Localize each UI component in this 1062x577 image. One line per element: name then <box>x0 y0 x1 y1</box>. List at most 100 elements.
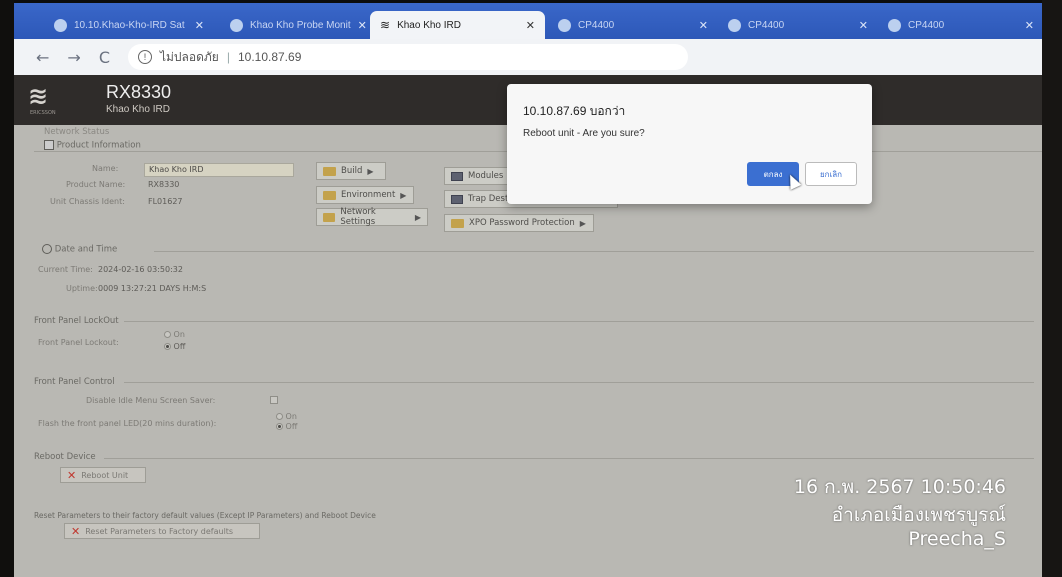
table-icon <box>451 171 463 181</box>
browser-tab-2[interactable]: Khao Kho Probe Monit ✕ <box>220 11 370 39</box>
modules-menu-button[interactable]: Modules <box>444 167 512 185</box>
site-favicon-icon <box>230 18 243 32</box>
folder-icon <box>323 190 336 200</box>
device-site-name: Khao Kho IRD <box>106 104 170 115</box>
divider <box>124 382 1034 383</box>
dialog-title: 10.10.87.69 บอกว่า <box>523 104 626 118</box>
screen-saver-checkbox[interactable] <box>270 396 278 406</box>
tab-label: Khao Kho IRD <box>397 19 461 31</box>
red-x-icon: ✕ <box>67 468 77 482</box>
build-menu-button[interactable]: Build ▶ <box>316 162 386 180</box>
ericsson-logo-icon: ≋ <box>28 82 48 110</box>
name-field[interactable]: Khao Kho IRD <box>144 163 294 177</box>
chassis-label: Unit Chassis Ident: <box>50 197 125 206</box>
environment-menu-button[interactable]: Environment ▶ <box>316 186 414 204</box>
current-time-label: Current Time: <box>38 265 93 274</box>
flash-on-radio[interactable]: On <box>276 412 297 421</box>
reboot-unit-button[interactable]: ✕ Reboot Unit <box>60 467 146 483</box>
browser-tab-4[interactable]: CP4400 ✕ <box>548 11 718 39</box>
factory-reset-button[interactable]: ✕ Reset Parameters to Factory defaults <box>64 523 260 539</box>
screen-saver-label: Disable Idle Menu Screen Saver: <box>86 396 216 405</box>
network-settings-menu-button[interactable]: Network Settings ▶ <box>316 207 428 227</box>
panel-control-title: Front Panel Control <box>34 377 115 387</box>
close-tab-icon[interactable]: ✕ <box>1025 19 1034 32</box>
close-tab-icon[interactable]: ✕ <box>526 19 535 32</box>
tab-label: 10.10.Khao-Kho-IRD Sat <box>74 19 185 31</box>
folder-icon <box>323 166 336 176</box>
reboot-title: Reboot Device <box>34 452 96 462</box>
info-warning-icon[interactable]: ! <box>137 50 152 64</box>
red-x-icon: ✕ <box>71 524 81 538</box>
close-tab-icon[interactable]: ✕ <box>358 19 367 32</box>
tab-label: CP4400 <box>578 19 615 31</box>
browser-tab-5[interactable]: CP4400 ✕ <box>718 11 878 39</box>
info-box-icon <box>44 140 54 150</box>
browser-tab-active[interactable]: ≋ Khao Kho IRD ✕ <box>370 11 545 39</box>
flash-led-label: Flash the front panel LED(20 mins durati… <box>38 419 217 428</box>
lockout-label: Front Panel Lockout: <box>38 338 119 347</box>
security-label[interactable]: ไม่ปลอดภัย <box>160 48 219 67</box>
current-time-value: 2024-02-16 03:50:32 <box>98 265 183 274</box>
nav-label: Network Status <box>44 127 110 137</box>
tab-label: Khao Kho Probe Monit <box>250 19 351 31</box>
confirm-dialog: 10.10.87.69 บอกว่า Reboot unit - Are you… <box>507 84 872 204</box>
uptime-label: Uptime: <box>66 284 98 293</box>
browser-tab-1[interactable]: 10.10.Khao-Kho-IRD Sat ✕ <box>44 11 214 39</box>
dialog-message: Reboot unit - Are you sure? <box>523 128 645 139</box>
product-info-title: Product Information <box>44 140 141 151</box>
table-icon <box>451 194 463 204</box>
cancel-button[interactable]: ยกเลิก <box>805 162 857 186</box>
forward-arrow-icon[interactable]: → <box>67 48 80 67</box>
site-favicon-icon <box>558 18 571 32</box>
radio-button-selected-icon[interactable] <box>164 343 171 350</box>
device-model: RX8330 <box>106 82 172 102</box>
photo-frame: 10.10.Khao-Kho-IRD Sat ✕ Khao Kho Probe … <box>0 0 1062 577</box>
close-tab-icon[interactable]: ✕ <box>699 19 708 32</box>
caret-right-icon: ▶ <box>367 166 374 176</box>
brand-name: ERICSSON <box>30 110 56 116</box>
caret-right-icon: ▶ <box>579 218 586 228</box>
back-arrow-icon[interactable]: ← <box>36 48 49 67</box>
tab-label: CP4400 <box>748 19 785 31</box>
tab-label: CP4400 <box>908 19 945 31</box>
radio-button-icon[interactable] <box>164 331 171 338</box>
url-text[interactable]: 10.10.87.69 <box>238 50 301 64</box>
lockout-title: Front Panel LockOut <box>34 316 119 326</box>
flash-off-radio[interactable]: Off <box>276 422 297 431</box>
address-bar[interactable]: ! ไม่ปลอดภัย | 10.10.87.69 <box>127 44 688 70</box>
checkbox-icon[interactable] <box>270 396 278 404</box>
factory-reset-title: Reset Parameters to their factory defaul… <box>34 511 376 520</box>
close-tab-icon[interactable]: ✕ <box>859 19 868 32</box>
site-favicon-icon <box>54 18 67 32</box>
site-favicon-icon <box>728 18 741 32</box>
caret-right-icon: ▶ <box>400 190 407 200</box>
radio-button-selected-icon[interactable] <box>276 423 283 430</box>
product-name-label: Product Name: <box>66 180 126 189</box>
folder-icon <box>323 212 336 222</box>
url-separator: | <box>226 50 230 64</box>
divider <box>154 251 1034 252</box>
date-time-title: Date and Time <box>42 244 117 255</box>
left-edge <box>0 0 14 577</box>
xpo-password-menu-button[interactable]: XPO Password Protection ▶ <box>444 214 594 232</box>
browser-toolbar: ← → C ! ไม่ปลอดภัย | 10.10.87.69 <box>14 39 1044 75</box>
chassis-value: FL01627 <box>148 197 183 206</box>
lockout-off-radio[interactable]: Off <box>164 342 185 351</box>
folder-icon <box>451 218 464 228</box>
uptime-value: 0009 13:27:21 DAYS H:M:S <box>98 284 207 293</box>
divider <box>124 321 1034 322</box>
radio-button-icon[interactable] <box>276 413 283 420</box>
right-edge <box>1042 0 1062 577</box>
reload-icon[interactable]: C <box>99 48 110 67</box>
lockout-on-radio[interactable]: On <box>164 330 185 339</box>
photo-location: อำเภอเมืองเพชรบูรณ์ <box>831 504 1006 526</box>
site-favicon-icon <box>888 18 901 32</box>
photo-datetime: 16 ก.พ. 2567 10:50:46 <box>793 476 1006 498</box>
photo-user: Preecha_S <box>908 528 1006 550</box>
ericsson-favicon-icon: ≋ <box>380 18 391 32</box>
close-tab-icon[interactable]: ✕ <box>195 19 204 32</box>
product-name-value: RX8330 <box>148 180 180 189</box>
browser-tab-strip: 10.10.Khao-Kho-IRD Sat ✕ Khao Kho Probe … <box>14 3 1044 39</box>
name-label: Name: <box>92 164 119 173</box>
browser-tab-6[interactable]: CP4400 ✕ <box>878 11 1044 39</box>
